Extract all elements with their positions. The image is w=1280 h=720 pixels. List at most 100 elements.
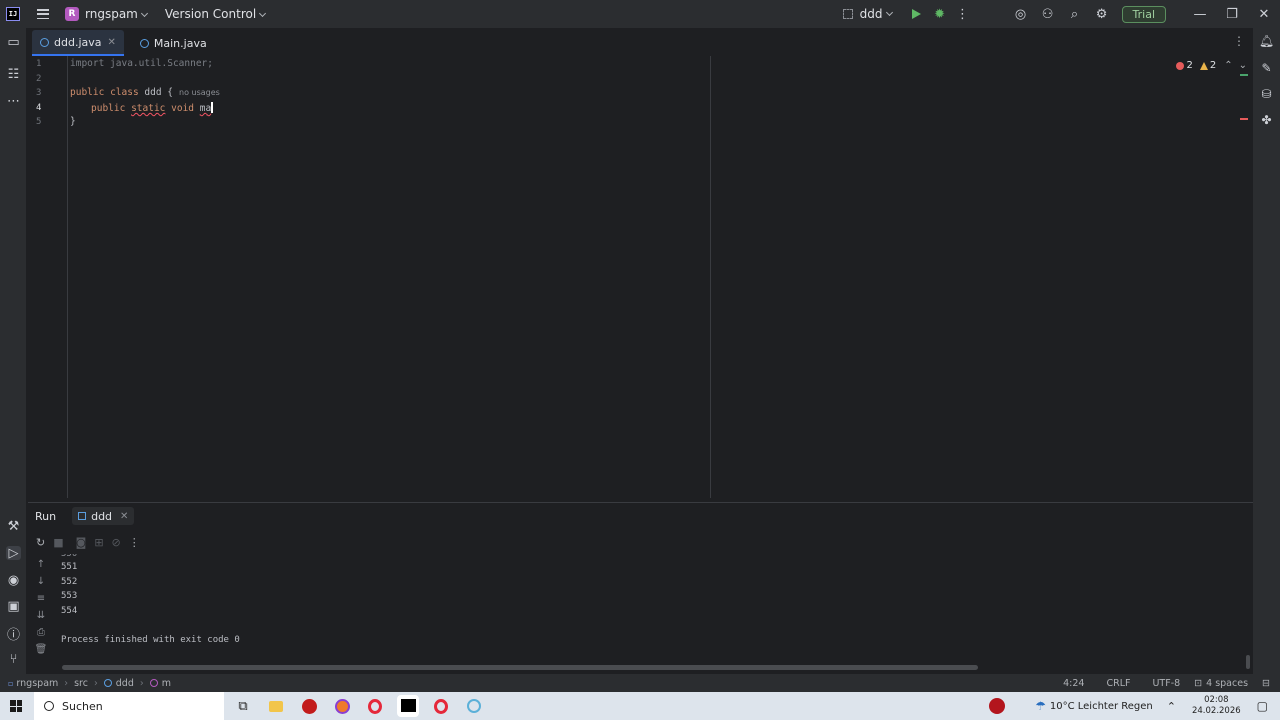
more-actions-icon[interactable]: ⋮ [956, 7, 970, 22]
opera-icon[interactable] [364, 695, 386, 717]
class-declaration: ddd { [144, 87, 174, 98]
opera-icon-2[interactable] [430, 695, 452, 717]
maximize-button[interactable]: ❐ [1216, 7, 1248, 22]
console-line: 551 [61, 562, 78, 572]
keyword: public [91, 103, 126, 114]
main-menu-icon[interactable] [37, 9, 49, 19]
more-icon[interactable]: ⋮ [129, 536, 140, 549]
project-badge[interactable]: R [65, 7, 79, 21]
tabs-more-icon[interactable]: ⋮ [1233, 34, 1245, 48]
file-explorer-icon[interactable] [265, 695, 287, 717]
build-icon[interactable]: ⚒ [6, 519, 21, 534]
closing-brace: } [70, 116, 76, 127]
arrow-down-icon[interactable]: ↓ [34, 576, 48, 593]
line-separator[interactable]: CRLF [1106, 678, 1130, 689]
search-icon[interactable]: ⌕ [1068, 7, 1082, 22]
arrow-up-icon[interactable]: ↑ [34, 559, 48, 576]
caret-position[interactable]: 4:24 [1063, 678, 1084, 689]
tab-main-java[interactable]: Main.java [132, 30, 215, 56]
keyword: void [171, 103, 195, 114]
intellij-logo-icon[interactable]: IJ [6, 7, 20, 21]
task-view-icon[interactable]: ⧉ [232, 695, 254, 717]
status-bar: ▫ rngspam › src › ddd › m 4:24 CRLF UTF-… [0, 674, 1280, 692]
inspection-widget[interactable]: 2 2 ⌃ ⌄ [1176, 60, 1247, 71]
taskbar-search[interactable]: Suchen [34, 692, 224, 720]
indent-icon: ⊡ [1194, 677, 1203, 689]
crumb-method[interactable]: m [162, 678, 171, 689]
tab-label: ddd.java [54, 35, 102, 49]
title-bar: IJ R rngspam Version Control ddd ✹ ⋮ ◎ ⚇… [0, 0, 1280, 28]
search-console-icon[interactable]: ⊘ [112, 536, 121, 549]
trial-button[interactable]: Trial [1121, 5, 1166, 23]
rerun-icon[interactable]: ↻ [36, 536, 45, 549]
ai-chat-icon[interactable]: ✎ [1259, 61, 1274, 75]
add-user-icon[interactable]: ⚇ [1041, 7, 1055, 22]
project-selector[interactable]: rngspam [85, 7, 148, 21]
windows-start-icon[interactable] [10, 700, 22, 712]
chevron-up-icon[interactable]: ⌃ [1167, 700, 1176, 713]
snipping-tool-icon[interactable] [463, 695, 485, 717]
code-editor[interactable]: 1 2 3 4 5 import java.util.Scanner; publ… [28, 56, 1253, 498]
debug-button[interactable]: ✹ [933, 7, 947, 22]
git-icon[interactable]: ⑂ [6, 652, 21, 667]
line-number: 4 [36, 103, 42, 113]
vertical-scrollbar[interactable] [1246, 655, 1250, 669]
plugin-icon[interactable]: ✤ [1259, 113, 1274, 127]
services-icon[interactable]: ◉ [6, 573, 21, 588]
ai-assistant-icon[interactable]: ◎ [1014, 7, 1028, 22]
run-button[interactable] [910, 7, 924, 21]
tab-ddd-java[interactable]: ddd.java ✕ [32, 30, 124, 56]
right-margin-guide [710, 56, 711, 498]
horizontal-scrollbar[interactable] [62, 665, 978, 670]
folder-icon[interactable]: ▭ [6, 35, 21, 50]
camera-icon[interactable]: ◙ [76, 536, 87, 549]
run-tool-icon[interactable]: ▷ [6, 546, 21, 561]
clock[interactable]: 02:08 24.02.2026 [1192, 695, 1241, 717]
chevron-down-icon[interactable]: ⌄ [1239, 60, 1247, 71]
crumb-project[interactable]: rngspam [16, 678, 58, 689]
structure-icon[interactable]: ☷ [6, 67, 21, 82]
chevron-down-icon [259, 9, 267, 18]
print-icon[interactable]: ⎙ [34, 627, 48, 644]
chevron-up-icon[interactable]: ⌃ [1224, 60, 1232, 71]
database-icon[interactable]: ⛁ [1259, 87, 1274, 101]
gear-icon[interactable]: ⚙ [1095, 7, 1109, 22]
more-tools-icon[interactable]: ⋯ [6, 94, 21, 109]
run-configuration-selector[interactable]: ddd [842, 7, 893, 21]
console-line: 553 [61, 591, 78, 601]
code-line-5: } [70, 116, 76, 127]
warning-icon [1199, 61, 1208, 70]
java-class-icon [103, 679, 112, 687]
close-window-button[interactable]: ✕ [1248, 7, 1280, 22]
trash-icon[interactable]: 🗑︎ [34, 644, 48, 661]
opera-gx-icon[interactable] [298, 695, 320, 717]
problems-icon[interactable]: ⓘ [6, 626, 21, 643]
terminal-icon[interactable]: ▣ [6, 599, 21, 614]
notification-center-icon[interactable]: ▢ [1257, 699, 1268, 713]
line-number: 1 [36, 59, 42, 69]
line-gutter: 1 2 3 4 5 [28, 56, 68, 498]
weather-text[interactable]: 10°C Leichter Regen [1050, 701, 1153, 712]
chevron-right-icon: › [93, 677, 98, 689]
scroll-to-end-icon[interactable]: ⇊ [34, 610, 48, 627]
code-line-3: public class ddd {no usages [70, 87, 220, 98]
lock-icon[interactable]: ⊟ [1262, 678, 1270, 689]
crumb-src[interactable]: src [74, 678, 88, 689]
soft-wrap-icon[interactable]: ≡ [34, 593, 48, 610]
usages-hint[interactable]: no usages [179, 88, 220, 97]
run-tab-ddd[interactable]: ddd ✕ [72, 507, 135, 525]
keyword: public [70, 87, 105, 98]
intellij-taskbar-icon[interactable] [397, 695, 419, 717]
version-control-menu[interactable]: Version Control [165, 7, 267, 21]
tray-app-icon[interactable] [989, 698, 1006, 714]
crumb-class[interactable]: ddd [116, 678, 134, 689]
file-encoding[interactable]: UTF-8 [1152, 678, 1180, 689]
notifications-icon[interactable]: 🔔︎ [1259, 34, 1274, 48]
minimize-button[interactable]: — [1184, 7, 1216, 22]
firefox-icon[interactable] [331, 695, 353, 717]
stop-icon[interactable]: ■ [53, 536, 63, 549]
indent-setting[interactable]: 4 spaces [1206, 678, 1248, 689]
restore-layout-icon[interactable]: ⊞ [94, 536, 103, 549]
close-icon[interactable]: ✕ [120, 511, 128, 522]
close-icon[interactable]: ✕ [108, 37, 116, 48]
